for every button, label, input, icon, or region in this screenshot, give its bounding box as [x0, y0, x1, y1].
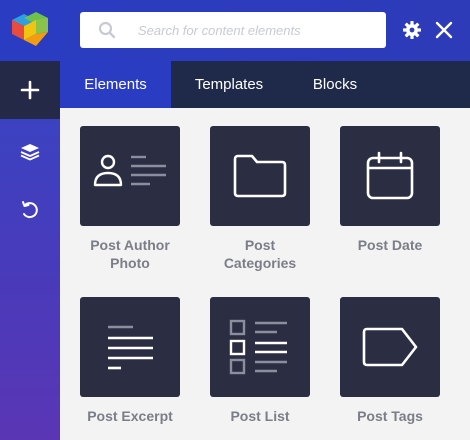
calendar-icon	[366, 151, 414, 200]
element-label: Post Tags	[357, 408, 423, 424]
folder-icon	[233, 154, 287, 198]
tab-blocks[interactable]: Blocks	[287, 61, 383, 108]
element-tile[interactable]	[210, 297, 310, 397]
plus-icon	[20, 80, 40, 100]
element-tile[interactable]	[340, 297, 440, 397]
element-label: Post Date	[357, 237, 423, 253]
history-button[interactable]	[0, 181, 60, 239]
element-label: Post Author Photo	[90, 237, 170, 271]
element-tile[interactable]	[80, 297, 180, 397]
close-icon[interactable]	[434, 20, 454, 40]
element-post-author-photo[interactable]: Post Author Photo	[80, 126, 180, 272]
element-label: Post Excerpt	[87, 408, 173, 424]
element-post-excerpt[interactable]: Post Excerpt	[80, 297, 180, 425]
element-tile[interactable]	[80, 126, 180, 226]
layers-icon	[20, 144, 40, 161]
author-photo-icon	[93, 154, 166, 187]
element-label: Post Categories	[223, 237, 297, 271]
element-tile[interactable]	[210, 126, 310, 226]
elements-grid: Post Author Photo Post Categories Post D…	[60, 108, 470, 440]
tab-elements[interactable]: Elements	[60, 61, 171, 108]
sidebar	[0, 61, 60, 440]
element-post-list[interactable]: Post List	[210, 297, 310, 425]
element-label: Post List	[230, 408, 290, 424]
element-post-date[interactable]: Post Date	[340, 126, 440, 254]
top-bar	[0, 0, 470, 61]
checklist-icon	[229, 319, 287, 375]
element-post-tags[interactable]: Post Tags	[340, 297, 440, 425]
tag-icon	[362, 327, 418, 367]
text-lines-icon	[108, 325, 153, 370]
search-box[interactable]	[80, 12, 386, 48]
element-tile[interactable]	[340, 126, 440, 226]
tab-templates[interactable]: Templates	[171, 61, 287, 108]
undo-icon	[22, 201, 38, 219]
element-post-categories[interactable]: Post Categories	[210, 126, 310, 272]
search-icon	[98, 21, 116, 39]
visual-composer-logo-icon	[12, 12, 48, 46]
gear-icon[interactable]	[402, 20, 422, 40]
add-element-button[interactable]	[0, 61, 60, 119]
tab-bar: Elements Templates Blocks	[60, 61, 470, 108]
search-input[interactable]	[138, 12, 378, 48]
tree-view-button[interactable]	[0, 123, 60, 181]
